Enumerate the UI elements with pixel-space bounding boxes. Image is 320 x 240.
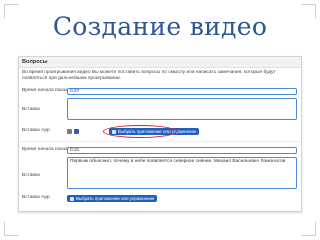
slide-corner-bottom-left (4, 222, 18, 236)
panel-header: Вопросы (19, 57, 301, 68)
questions-panel: Вопросы Во время проигрывания видео Вы м… (18, 56, 302, 212)
question-2-time-label: Время начала показа (22, 147, 70, 152)
question-divider (19, 141, 301, 142)
question-2-time-input[interactable]: 0:31 (67, 147, 297, 154)
question-2-insert-textarea[interactable]: Первым объяснил, почему в небе появляетс… (67, 157, 297, 189)
question-1-app-icons (67, 128, 79, 135)
question-1-app-label: Вставка App (22, 128, 50, 133)
app-image-icon (74, 129, 79, 134)
question-2-choose-app-label: Выбрать приложение или упражнение (76, 196, 155, 201)
slide-corner-bottom-right (302, 222, 316, 236)
question-2-app-label: Вставка App (22, 195, 50, 200)
question-1-insert-label: Вставка (22, 107, 40, 112)
question-2-choose-app-button[interactable]: Выбрать приложение или упражнение (67, 195, 158, 202)
trash-icon[interactable] (67, 129, 72, 134)
question-2-insert-label: Вставка (22, 173, 40, 178)
panel-description: Во время проигрывания видео Вы можете по… (22, 70, 276, 81)
add-app-icon (70, 196, 74, 201)
highlight-ring (103, 125, 177, 138)
slide-title: Создание видео (52, 12, 268, 41)
question-1-insert-textarea[interactable] (67, 98, 297, 120)
question-1-time-input[interactable]: 0:27 (67, 88, 297, 95)
question-1-time-label: Время начала показа (22, 88, 70, 93)
